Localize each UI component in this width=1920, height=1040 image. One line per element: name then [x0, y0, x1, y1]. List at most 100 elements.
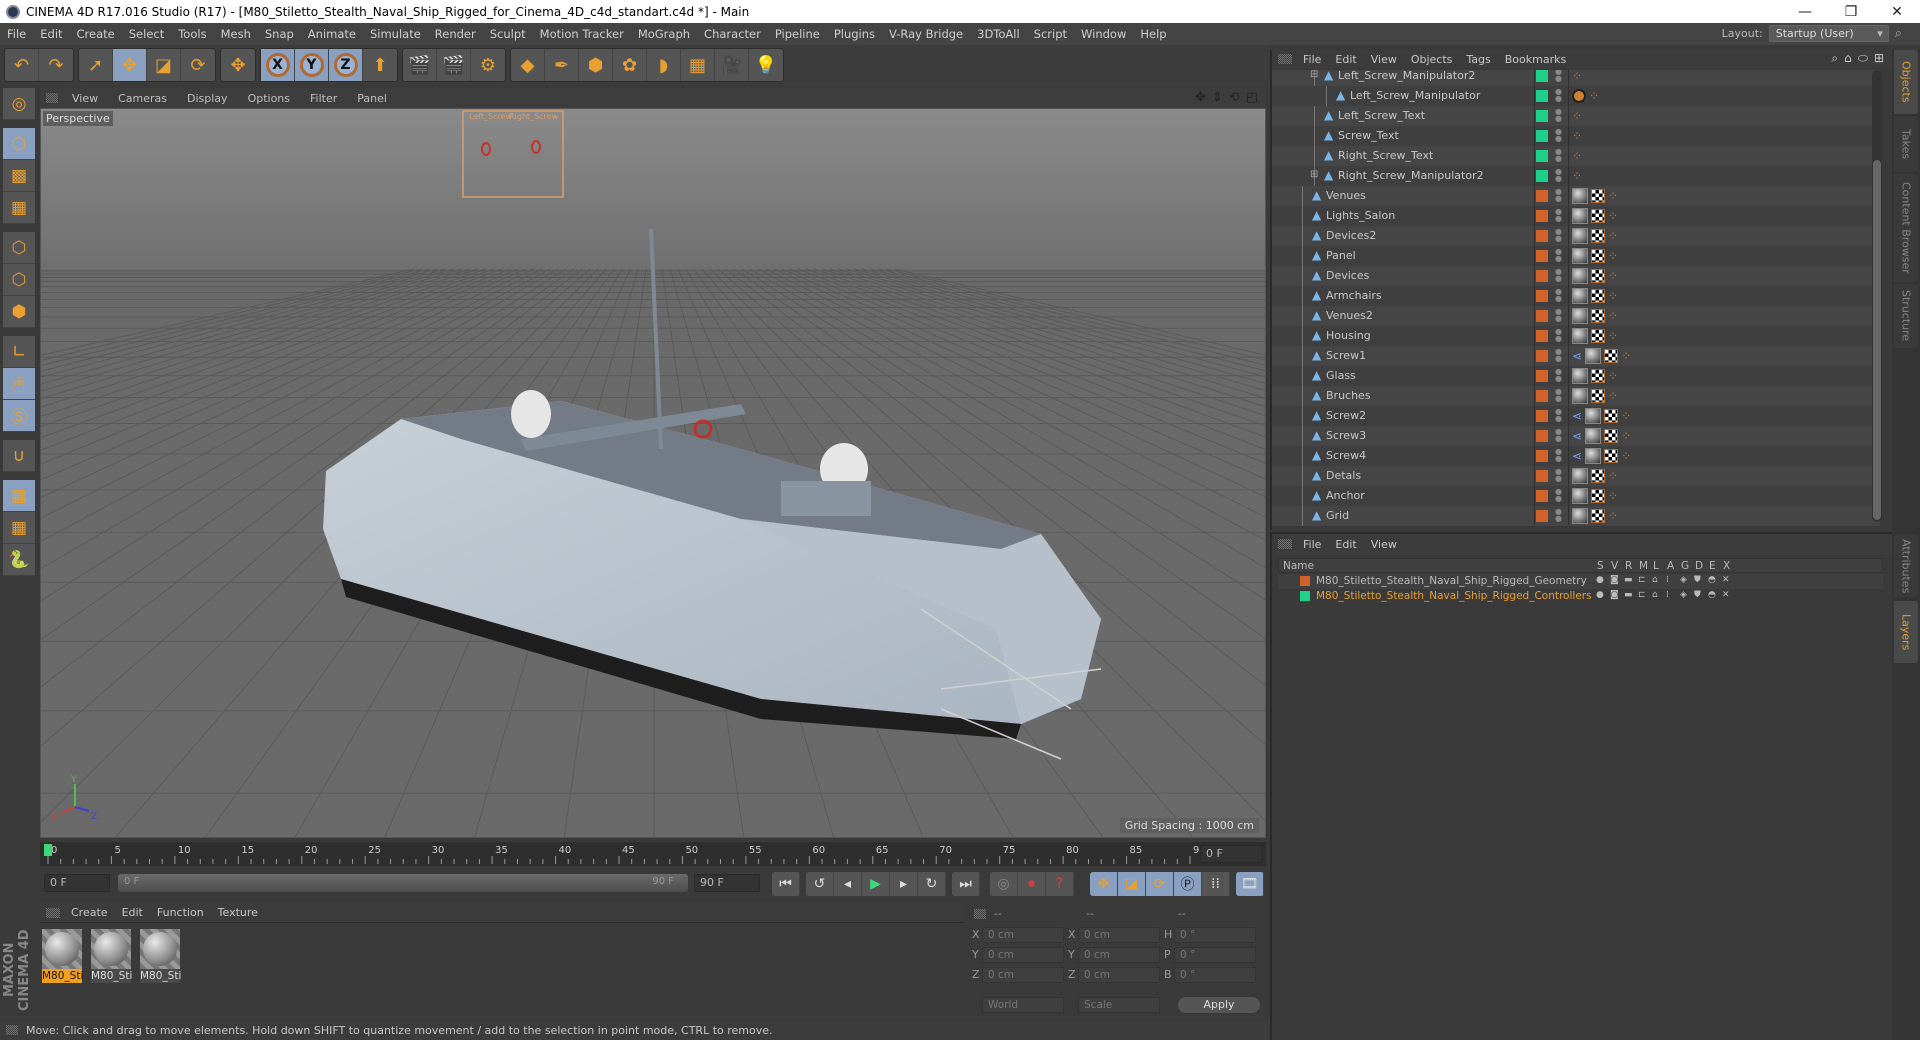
ik-tag-icon[interactable]: ⁘ [1608, 270, 1618, 282]
filter-icon[interactable]: ⬭ [1858, 51, 1868, 66]
tab-layers[interactable]: Layers [1894, 601, 1918, 663]
animation-icon[interactable]: ⁞ [1666, 575, 1669, 585]
snap-button[interactable]: ∪ [3, 440, 35, 472]
menu-sculpt[interactable]: Sculpt [483, 27, 533, 41]
apply-button[interactable]: Apply [1178, 997, 1260, 1013]
object-row[interactable]: ▲ Bruches ● ● ⁘ [1272, 386, 1880, 406]
tab-takes[interactable]: Takes [1894, 116, 1918, 172]
column-g[interactable]: G [1681, 560, 1689, 572]
menu-animate[interactable]: Animate [301, 27, 363, 41]
position-z-field[interactable]: 0 cm [982, 967, 1064, 983]
step-forward-button[interactable]: ▸ [890, 872, 918, 896]
layer-color-swatch[interactable] [1536, 310, 1548, 322]
visibility-dots-icon[interactable]: ● ● [1555, 128, 1562, 143]
timeline-window-button[interactable]: 🎞 [1236, 872, 1264, 896]
material-tag-icon[interactable] [1572, 268, 1588, 284]
layer-color-swatch[interactable] [1536, 330, 1548, 342]
object-name[interactable]: Screw_Text [1338, 129, 1399, 142]
ik-tag-icon[interactable]: ⁘ [1572, 150, 1582, 162]
material-tag-icon[interactable] [1572, 288, 1588, 304]
tab-attributes[interactable]: Attributes [1894, 535, 1918, 597]
polygons-mode-button[interactable]: ⬢ [3, 296, 35, 328]
floor-button[interactable]: ▦ [681, 49, 715, 81]
layer-menu-view[interactable]: View [1364, 538, 1404, 551]
skin-tag-icon[interactable]: ⋖ [1572, 409, 1582, 423]
layer-color-swatch[interactable] [1536, 110, 1548, 122]
render-view-button[interactable]: 🎬 [403, 49, 437, 81]
move-button[interactable]: ✥ [113, 49, 147, 81]
ik-tag-icon[interactable]: ⁘ [1608, 250, 1618, 262]
autokey-icon[interactable]: ? [1046, 872, 1074, 896]
animation-icon[interactable]: ⁞ [1666, 590, 1669, 600]
viewport-menu-display[interactable]: Display [177, 92, 238, 105]
redo-button[interactable]: ↷ [39, 49, 73, 81]
end-frame-field[interactable]: 90 F [694, 874, 760, 892]
material-tag-icon[interactable] [1572, 308, 1588, 324]
object-name[interactable]: Screw2 [1326, 409, 1366, 422]
home-icon[interactable]: ⌂ [1844, 51, 1852, 66]
rotate-button[interactable]: ⟳ [181, 49, 215, 81]
maximize-view-icon[interactable]: ◰ [1246, 90, 1258, 105]
texture-mode-button[interactable]: ▩ [3, 160, 35, 192]
object-menu-file[interactable]: File [1296, 53, 1328, 66]
current-frame-field[interactable]: 0 F [1200, 845, 1262, 863]
object-name[interactable]: Venues2 [1326, 309, 1373, 322]
step-back-button[interactable]: ◂ [834, 872, 862, 896]
object-menu-bookmarks[interactable]: Bookmarks [1498, 53, 1573, 66]
timeline-ruler[interactable]: 051015202530354045505560657075808590 0 F [40, 842, 1266, 866]
cloner-button[interactable]: ✿ [613, 49, 647, 81]
layer-color-swatch[interactable] [1536, 510, 1548, 522]
coordinate-system-button[interactable]: ⬆ [363, 49, 397, 81]
camera-button[interactable]: 🎥 [715, 49, 749, 81]
menu-plugins[interactable]: Plugins [827, 27, 882, 41]
expand-toggle-icon[interactable]: ⊞ [1310, 169, 1318, 180]
visibility-dots-icon[interactable]: ● ● [1555, 408, 1562, 423]
uvw-tag-icon[interactable] [1591, 309, 1605, 323]
object-name[interactable]: Detals [1326, 469, 1361, 482]
axis-mode-button[interactable]: ∟ [3, 336, 35, 368]
tab-objects[interactable]: Objects [1894, 50, 1918, 114]
menu-help[interactable]: Help [1133, 27, 1173, 41]
layer-color-swatch[interactable] [1536, 250, 1548, 262]
layout-dropdown[interactable]: Startup (User) [1768, 25, 1889, 42]
object-row[interactable]: ▲ Left_Screw_Manipulator ● ● ⁘ [1272, 86, 1880, 106]
material-swatch[interactable]: M80_Sti [42, 929, 83, 985]
key-scale-icon[interactable]: ◪ [1118, 872, 1146, 896]
material-menu-function[interactable]: Function [150, 906, 211, 919]
ik-tag-icon[interactable]: ⁘ [1621, 450, 1631, 462]
skin-tag-icon[interactable]: ⋖ [1572, 429, 1582, 443]
material-swatch[interactable]: M80_Sti [140, 929, 181, 985]
column-m[interactable]: M [1639, 560, 1648, 572]
new-window-icon[interactable]: ⊞ [1874, 51, 1884, 66]
search-icon[interactable]: ⌕ [1831, 51, 1838, 66]
manager-icon[interactable]: ⊏ [1638, 590, 1646, 600]
object-name[interactable]: Left_Screw_Manipulator [1350, 89, 1480, 102]
layer-menu-file[interactable]: File [1296, 538, 1328, 551]
render-settings-button[interactable]: ⚙ [471, 49, 505, 81]
layer-color-swatch[interactable] [1300, 576, 1310, 586]
object-menu-edit[interactable]: Edit [1328, 53, 1363, 66]
go-to-start-button[interactable]: ⏮ [772, 872, 800, 896]
material-tag-icon[interactable] [1585, 448, 1602, 464]
menu-window[interactable]: Window [1074, 27, 1133, 41]
layer-color-swatch[interactable] [1536, 130, 1548, 142]
rotation-b-field[interactable]: 0 ° [1174, 967, 1256, 983]
deformers-icon[interactable]: ⛊ [1694, 575, 1701, 585]
object-menu-view[interactable]: View [1364, 53, 1404, 66]
layer-menu-edit[interactable]: Edit [1328, 538, 1363, 551]
z-axis-button[interactable]: Z [329, 49, 363, 81]
viewport-camera-label[interactable]: Perspective [43, 111, 113, 126]
object-menu-tags[interactable]: Tags [1459, 53, 1497, 66]
material-menu-texture[interactable]: Texture [211, 906, 265, 919]
visibility-dots-icon[interactable]: ● ● [1555, 168, 1562, 183]
uvw-tag-icon[interactable] [1591, 369, 1605, 383]
ik-tag-icon[interactable]: ⁘ [1608, 210, 1618, 222]
material-tag-icon[interactable] [1572, 188, 1588, 204]
go-to-previous-key-button[interactable]: ↺ [806, 872, 834, 896]
layer-name[interactable]: M80_Stiletto_Stealth_Naval_Ship_Rigged_C… [1316, 590, 1592, 602]
rotation-h-field[interactable]: 0 ° [1174, 927, 1256, 943]
visible-icon[interactable]: ◙ [1610, 575, 1619, 585]
ik-tag-icon[interactable]: ⁘ [1572, 170, 1582, 182]
ik-tag-icon[interactable]: ⁘ [1608, 510, 1618, 522]
object-name[interactable]: Left_Screw_Text [1338, 109, 1425, 122]
